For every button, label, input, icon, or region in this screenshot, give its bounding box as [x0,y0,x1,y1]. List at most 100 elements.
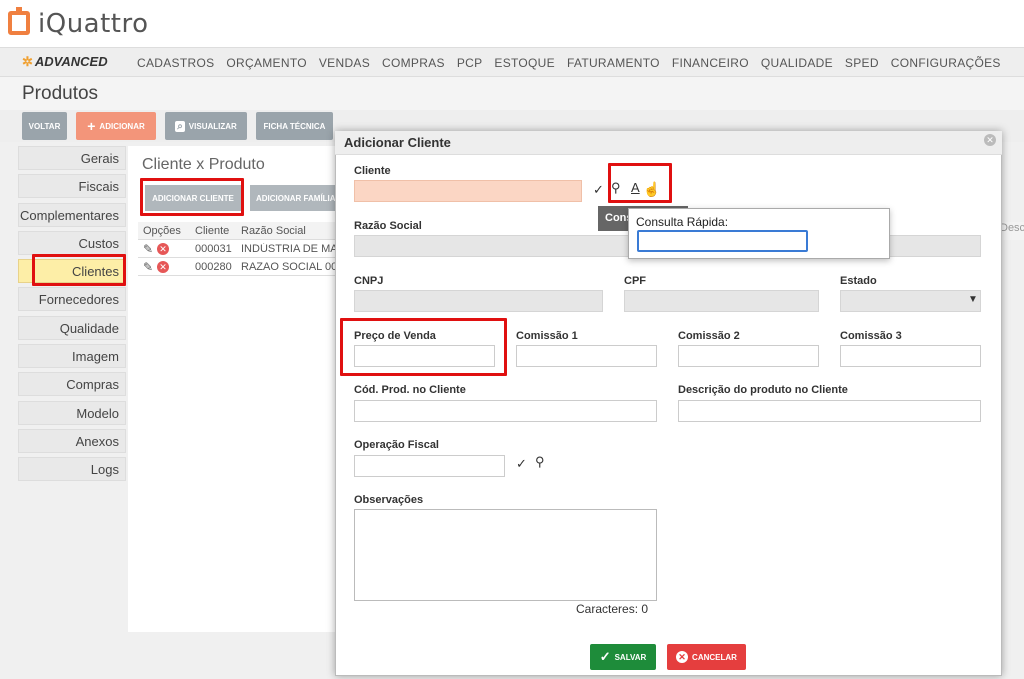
back-button[interactable]: VOLTAR [22,112,67,140]
delete-icon[interactable]: ✕ [157,260,170,273]
sidebar-item-custos[interactable]: Custos [18,230,126,255]
cnpj-field[interactable] [354,290,603,312]
quick-search-label: Consulta Rápida: [636,215,729,229]
cod-prod-label: Cód. Prod. no Cliente [354,384,466,396]
brand-label: ✲ ADVANCED [22,54,108,70]
cliente-field[interactable] [354,180,582,202]
search-icon: ⌕ [175,120,185,132]
sidebar-item-complementares[interactable]: Complementares [18,202,126,227]
cnpj-label: CNPJ [354,275,384,287]
tech-sheet-button[interactable]: FICHA TÉCNICA [256,112,333,140]
add-family-button[interactable]: ADICIONAR FAMÍLIA [250,185,335,211]
section-title: Cliente x Produto [142,156,265,173]
tech-sheet-label: FICHA TÉCNICA [263,121,326,131]
menu-item-financeiro[interactable]: FINANCEIRO [672,56,749,70]
check-icon[interactable]: ✓ [516,456,527,472]
sidebar-item-compras[interactable]: Compras [18,372,126,397]
razao-social-label: Razão Social [354,220,422,232]
operacao-fiscal-field[interactable] [354,455,505,477]
col-header-options: Opções [143,224,181,237]
estado-label: Estado [840,275,877,287]
clients-table: Opções Cliente Razão Social ✎ ✕ 000031 IN… [138,222,338,276]
char-counter: Caracteres: 0 [576,602,649,616]
delete-icon[interactable]: ✕ [157,242,170,255]
col-header-client: Cliente [195,224,230,237]
add-family-label: ADICIONAR FAMÍLIA [256,193,335,203]
row-company-name: RAZAO SOCIAL 000 [241,260,338,273]
sidebar-item-logs[interactable]: Logs [18,457,126,482]
brand-text: ADVANCED [34,54,108,69]
estado-select[interactable] [840,290,981,312]
sidebar: Gerais Fiscais Complementares Custos Cli… [18,146,126,486]
cod-prod-field[interactable] [354,400,657,422]
menu-item-pcp[interactable]: PCP [457,56,483,70]
highlight-add-client [140,178,244,216]
comissao1-field[interactable] [516,345,657,367]
menu-item-estoque[interactable]: ESTOQUE [494,56,555,70]
comissao2-label: Comissão 2 [678,330,740,342]
menu-item-vendas[interactable]: VENDAS [319,56,370,70]
search-icon[interactable]: ⚲ [535,454,545,470]
page-header [0,77,1024,112]
row-options: ✎ ✕ [138,242,190,256]
col-header-description-fragment: Descriç [1000,222,1024,240]
close-icon[interactable]: ✕ [984,134,996,146]
page-title: Produtos [22,83,99,104]
main-menu: CADASTROS ORÇAMENTO VENDAS COMPRAS PCP ESTOQU… [137,56,1001,70]
menu-item-orcamento[interactable]: ORÇAMENTO [226,56,306,70]
menu-item-sped[interactable]: SPED [845,56,879,70]
back-label: VOLTAR [28,121,61,131]
operacao-fiscal-label: Operação Fiscal [354,439,439,451]
top-bar [0,0,1024,47]
row-client-code: 000031 [195,242,232,255]
cpf-label: CPF [624,275,646,287]
menu-item-qualidade[interactable]: QUALIDADE [761,56,833,70]
highlight-quick-search [608,163,672,203]
save-label: SALVAR [614,652,647,662]
edit-icon[interactable]: ✎ [143,260,153,274]
highlight-preco-venda [340,318,507,376]
menu-item-cadastros[interactable]: CADASTROS [137,56,214,70]
sidebar-item-fiscais[interactable]: Fiscais [18,174,126,199]
add-label: ADICIONAR [99,121,145,131]
close-icon: ✕ [676,651,689,663]
row-company-name: INDÚSTRIA DE MAI [241,242,338,255]
view-button[interactable]: ⌕ VISUALIZAR [165,112,247,140]
check-icon[interactable]: ✓ [593,182,604,198]
cancel-label: CANCELAR [692,652,737,662]
sidebar-item-gerais[interactable]: Gerais [18,146,126,170]
descricao-field[interactable] [678,400,981,422]
content-panel [128,146,348,632]
sidebar-item-modelo[interactable]: Modelo [18,400,126,425]
plus-icon: + [87,118,96,134]
sidebar-item-fornecedores[interactable]: Fornecedores [18,287,126,312]
comissao2-field[interactable] [678,345,819,367]
save-button[interactable]: ✓ SALVAR [590,644,656,670]
check-icon: ✓ [599,649,611,664]
menu-item-compras[interactable]: COMPRAS [382,56,445,70]
cancel-button[interactable]: ✕ CANCELAR [667,644,746,670]
comissao3-label: Comissão 3 [840,330,902,342]
table-header: Opções Cliente Razão Social [138,222,338,240]
col-header-company: Razão Social [241,224,306,237]
table-row: ✎ ✕ 000280 RAZAO SOCIAL 000 [138,258,338,276]
comissao1-label: Comissão 1 [516,330,578,342]
quick-search-input[interactable] [637,230,808,252]
observacoes-label: Observações [354,494,424,506]
app-logo: iQuattro [38,9,149,39]
dialog-title: Adicionar Cliente [344,135,451,150]
menu-item-faturamento[interactable]: FATURAMENTO [567,56,660,70]
add-button[interactable]: + ADICIONAR [76,112,156,140]
view-label: VISUALIZAR [188,121,237,131]
cpf-field[interactable] [624,290,819,312]
edit-icon[interactable]: ✎ [143,242,153,256]
sidebar-item-imagem[interactable]: Imagem [18,344,126,369]
chevron-down-icon: ▼ [968,294,978,305]
observacoes-textarea[interactable] [354,509,657,601]
sidebar-item-anexos[interactable]: Anexos [18,428,126,453]
gear-icon: ✲ [22,54,33,69]
menu-item-configuracoes[interactable]: CONFIGURAÇÕES [891,56,1001,70]
comissao3-field[interactable] [840,345,981,367]
sidebar-item-qualidade[interactable]: Qualidade [18,315,126,340]
logo-icon [8,7,30,35]
